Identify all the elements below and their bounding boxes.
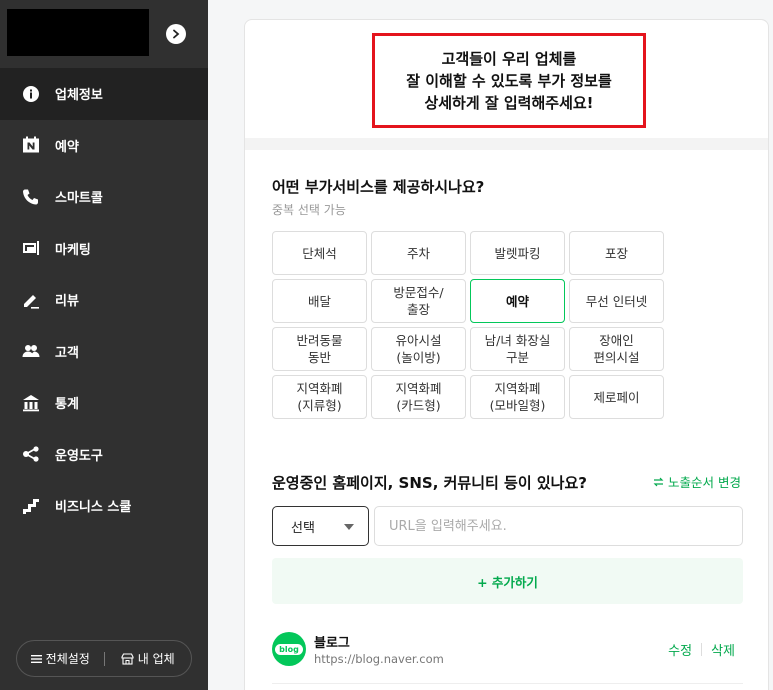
service-option[interactable]: 포장 <box>569 231 664 275</box>
services-subtitle: 중복 선택 가능 <box>272 203 346 217</box>
service-option[interactable]: 예약 <box>470 279 565 323</box>
sidebar-nav: 업체정보 예약 스마트콜 마케팅 리뷰 고객 통계 운영도구 비즈니스 스쿨 <box>0 68 208 532</box>
services-question: 어떤 부가서비스를 제공하시나요? <box>272 178 485 196</box>
business-name-redacted <box>7 9 149 56</box>
stats-icon <box>22 394 40 412</box>
sidebar-item-label: 리뷰 <box>55 294 79 310</box>
sidebar-item-label: 비즈니스 스쿨 <box>55 500 132 516</box>
stairs-icon <box>22 497 40 515</box>
chevron-right-icon <box>173 29 180 39</box>
blog-logo-text: blog <box>275 643 303 655</box>
delete-link-button[interactable]: 삭제 <box>711 640 735 659</box>
service-option[interactable]: 배달 <box>272 279 367 323</box>
people-icon <box>22 342 40 360</box>
sidebar-item-label: 스마트콜 <box>55 191 103 207</box>
service-option[interactable]: 지역화폐 (카드형) <box>371 375 466 419</box>
naver-calendar-icon <box>22 136 40 154</box>
sidebar-item-label: 운영도구 <box>55 448 103 464</box>
service-option[interactable]: 지역화폐 (지류형) <box>272 375 367 419</box>
link-entry-blog: blog 블로그 https://blog.naver.com 수정 삭제 <box>272 630 743 676</box>
sidebar-toggle-button[interactable] <box>166 24 186 44</box>
entry-divider <box>272 683 743 684</box>
caret-down-icon <box>344 524 354 530</box>
homepage-question: 운영중인 홈페이지, SNS, 커뮤니티 등이 있나요? <box>272 474 587 492</box>
sidebar-item-statistics[interactable]: 통계 <box>0 377 208 429</box>
sidebar: 업체정보 예약 스마트콜 마케팅 리뷰 고객 통계 운영도구 비즈니스 스쿨 전… <box>0 0 208 690</box>
add-link-button[interactable]: + 추가하기 <box>272 558 743 604</box>
link-entry-name: 블로그 <box>314 636 350 651</box>
marketing-icon <box>22 239 40 257</box>
service-option[interactable]: 단체석 <box>272 231 367 275</box>
link-type-value: 선택 <box>291 520 315 536</box>
service-option[interactable]: 지역화폐 (모바일형) <box>470 375 565 419</box>
service-option[interactable]: 장애인 편의시설 <box>569 327 664 371</box>
service-option[interactable]: 남/녀 화장실 구분 <box>470 327 565 371</box>
all-settings-button[interactable]: 전체설정 <box>17 650 104 667</box>
notice-box: 고객들이 우리 업체를 잘 이해할 수 있도록 부가 정보를 상세하게 잘 입력… <box>372 33 646 128</box>
sidebar-item-business-school[interactable]: 비즈니스 스쿨 <box>0 480 208 532</box>
change-order-label: 노출순서 변경 <box>668 475 741 490</box>
sidebar-item-business-info[interactable]: 업체정보 <box>0 68 208 120</box>
service-option[interactable]: 반려동물 동반 <box>272 327 367 371</box>
link-entry-actions: 수정 삭제 <box>668 640 735 659</box>
store-icon <box>121 652 134 665</box>
link-entry-url: https://blog.naver.com <box>314 652 444 666</box>
url-input[interactable] <box>374 506 743 546</box>
info-icon <box>22 85 40 103</box>
link-type-select[interactable]: 선택 <box>272 506 369 546</box>
sidebar-footer: 전체설정 내 업체 <box>16 640 192 677</box>
service-option[interactable]: 발렛파킹 <box>470 231 565 275</box>
service-option[interactable]: 제로페이 <box>569 375 664 419</box>
action-divider <box>701 643 703 656</box>
sidebar-item-label: 예약 <box>55 139 79 155</box>
sidebar-item-label: 통계 <box>55 397 79 413</box>
menu-icon <box>30 654 42 663</box>
service-option[interactable]: 주차 <box>371 231 466 275</box>
sidebar-item-customer[interactable]: 고객 <box>0 326 208 378</box>
edit-link-button[interactable]: 수정 <box>668 640 692 659</box>
pencil-icon <box>22 291 40 309</box>
sidebar-item-label: 고객 <box>55 345 79 361</box>
naver-blog-logo: blog <box>272 632 306 666</box>
sidebar-item-marketing[interactable]: 마케팅 <box>0 223 208 275</box>
change-order-link[interactable]: 노출순서 변경 <box>653 472 741 491</box>
my-business-button[interactable]: 내 업체 <box>105 650 192 667</box>
sidebar-item-smartcall[interactable]: 스마트콜 <box>0 171 208 223</box>
all-settings-label: 전체설정 <box>45 652 90 666</box>
sidebar-item-label: 마케팅 <box>55 242 91 258</box>
section-divider <box>245 138 768 150</box>
service-option[interactable]: 방문접수/ 출장 <box>371 279 466 323</box>
service-option[interactable]: 무선 인터넷 <box>569 279 664 323</box>
sidebar-item-review[interactable]: 리뷰 <box>0 274 208 326</box>
service-options-grid: 단체석 주차 발렛파킹 포장배달 방문접수/ 출장 예약 무선 인터넷반려동물 동반 유아시설… <box>272 231 664 419</box>
my-business-label: 내 업체 <box>137 652 175 666</box>
sidebar-item-operation-tools[interactable]: 운영도구 <box>0 429 208 481</box>
service-option[interactable]: 유아시설 (놀이방) <box>371 327 466 371</box>
sidebar-item-label: 업체정보 <box>55 88 103 104</box>
business-info-card: 고객들이 우리 업체를 잘 이해할 수 있도록 부가 정보를 상세하게 잘 입력… <box>244 19 769 690</box>
sidebar-item-reservation[interactable]: 예약 <box>0 120 208 172</box>
swap-arrows-icon <box>653 477 664 486</box>
share-icon <box>22 445 40 463</box>
phone-icon <box>22 188 40 206</box>
